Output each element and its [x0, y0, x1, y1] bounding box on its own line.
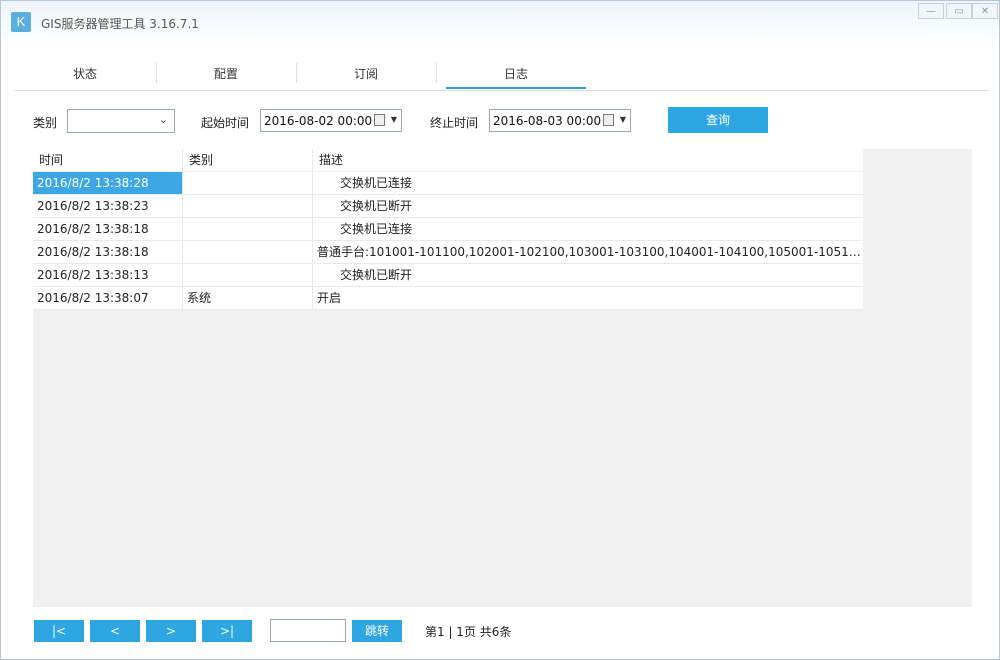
first-page-button[interactable]: |< [34, 620, 84, 642]
start-time-value: 2016-08-02 00:00 [264, 114, 373, 128]
cell-description: 普通手台:101001-101100,102001-102100,103001-… [317, 245, 863, 259]
calendar-icon[interactable] [374, 114, 385, 126]
end-time-picker[interactable]: 2016-08-03 00:00 ▼ [489, 109, 631, 132]
dropdown-caret-icon[interactable]: ▼ [620, 115, 626, 124]
cell-category [183, 264, 313, 286]
jump-button[interactable]: 跳转 [352, 620, 402, 642]
cell-description: 交换机已断开 [340, 199, 413, 213]
cell-time: 2016/8/2 13:38:23 [33, 195, 183, 217]
category-select[interactable]: ⌄ [67, 109, 175, 133]
category-label: 类别 [33, 116, 58, 130]
restore-button[interactable]: ▭ [946, 3, 972, 19]
end-time-value: 2016-08-03 00:00 [493, 114, 602, 128]
tab-config[interactable]: 配置 [156, 59, 296, 89]
start-time-label: 起始时间 [201, 116, 250, 130]
table-row[interactable]: 2016/8/2 13:38:28 交换机已连接 [33, 172, 863, 195]
table-row[interactable]: 2016/8/2 13:38:07 系统 开启 [33, 287, 863, 310]
cell-category [183, 172, 313, 194]
last-page-button[interactable]: >| [202, 620, 252, 642]
prev-page-button[interactable]: < [90, 620, 140, 642]
cell-time: 2016/8/2 13:38:18 [33, 218, 183, 240]
cell-description: 开启 [317, 291, 342, 305]
window-title: GIS服务器管理工具 3.16.7.1 [41, 17, 199, 31]
column-header-time[interactable]: 时间 [33, 149, 183, 171]
app-logo-icon: K [11, 12, 31, 32]
tab-log[interactable]: 日志 [446, 59, 586, 89]
cell-time: 2016/8/2 13:38:13 [33, 264, 183, 286]
calendar-icon[interactable] [603, 114, 614, 126]
tab-bar: 状态 配置 订阅 日志 [15, 59, 989, 91]
app-window: K GIS服务器管理工具 3.16.7.1 — ▭ ✕ 状态 配置 订阅 日志 … [0, 0, 1000, 660]
tab-separator [436, 63, 437, 83]
table-header: 时间 类别 描述 [33, 149, 863, 171]
cell-category [183, 218, 313, 240]
table-row[interactable]: 2016/8/2 13:38:18 交换机已连接 [33, 218, 863, 241]
chevron-down-icon: ⌄ [158, 113, 168, 126]
table-row[interactable]: 2016/8/2 13:38:13 交换机已断开 [33, 264, 863, 287]
log-table[interactable]: 时间 类别 描述 2016/8/2 13:38:28 交换机已连接 2016/8… [33, 149, 972, 607]
table-row[interactable]: 2016/8/2 13:38:18 普通手台:101001-101100,102… [33, 241, 863, 264]
column-header-description[interactable]: 描述 [313, 149, 863, 171]
cell-time: 2016/8/2 13:38:18 [33, 241, 183, 263]
column-header-category[interactable]: 类别 [183, 149, 313, 171]
cell-category: 系统 [183, 287, 313, 309]
cell-time: 2016/8/2 13:38:07 [33, 287, 183, 309]
next-page-button[interactable]: > [146, 620, 196, 642]
cell-description: 交换机已连接 [340, 176, 413, 190]
table-row[interactable]: 2016/8/2 13:38:23 交换机已断开 [33, 195, 863, 218]
cell-description: 交换机已连接 [340, 222, 413, 236]
tab-subscribe[interactable]: 订阅 [296, 59, 436, 89]
dropdown-caret-icon[interactable]: ▼ [391, 115, 397, 124]
cell-description: 交换机已断开 [340, 268, 413, 282]
cell-time: 2016/8/2 13:38:28 [33, 172, 183, 194]
tab-status[interactable]: 状态 [15, 59, 155, 89]
page-info: 第1 | 1页 共6条 [425, 625, 512, 639]
close-button[interactable]: ✕ [972, 3, 998, 19]
title-bar[interactable]: K GIS服务器管理工具 3.16.7.1 — ▭ ✕ [1, 1, 999, 45]
query-button[interactable]: 查询 [668, 107, 768, 133]
cell-category [183, 241, 313, 263]
minimize-button[interactable]: — [918, 3, 944, 19]
end-time-label: 终止时间 [430, 116, 479, 130]
start-time-picker[interactable]: 2016-08-02 00:00 ▼ [260, 109, 402, 132]
page-number-input[interactable] [270, 619, 346, 642]
cell-category [183, 195, 313, 217]
